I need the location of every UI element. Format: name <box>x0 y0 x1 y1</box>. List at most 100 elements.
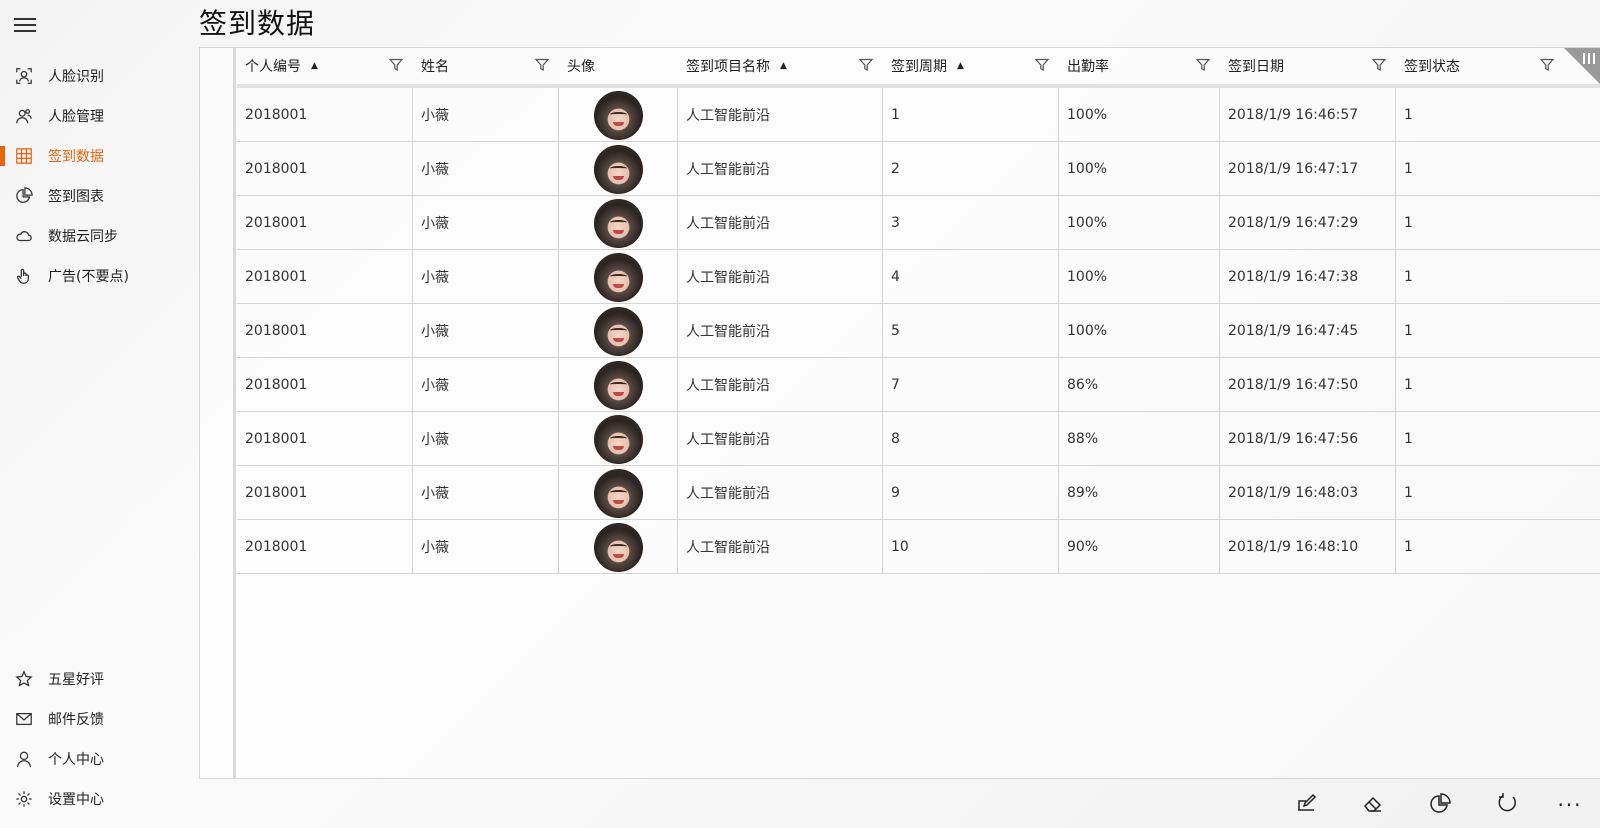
column-header-date[interactable]: 签到日期 <box>1220 48 1396 84</box>
filter-icon[interactable] <box>388 58 404 72</box>
hamburger-menu-icon[interactable] <box>14 16 36 34</box>
table-row[interactable]: 2018001 小薇 人工智能前沿 7 86% 2018/1/9 16:47:50 1 <box>237 358 1600 412</box>
table-cell-avatar <box>559 88 678 142</box>
table-row[interactable]: 2018001 小薇 人工智能前沿 9 89% 2018/1/9 16:48:03 1 <box>237 466 1600 520</box>
table-cell-id: 2018001 <box>237 358 413 412</box>
sidebar-item-label: 人脸识别 <box>48 69 104 85</box>
edit-icon <box>1295 792 1317 818</box>
edit-button[interactable] <box>1272 782 1339 828</box>
table-cell-avatar <box>559 196 678 250</box>
column-header-label: 个人编号 <box>245 59 301 75</box>
table-row[interactable]: 2018001 小薇 人工智能前沿 8 88% 2018/1/9 16:47:56 1 <box>237 412 1600 466</box>
sidebar-item-checkin-chart[interactable]: 签到图表 <box>0 176 198 216</box>
table-cell-name: 小薇 <box>413 466 559 520</box>
sidebar-item-ad[interactable]: 广告(不要点) <box>0 256 198 296</box>
table-row[interactable]: 2018001 小薇 人工智能前沿 5 100% 2018/1/9 16:47:45 1 <box>237 304 1600 358</box>
column-header-label: 姓名 <box>421 59 449 75</box>
sidebar-item-label: 设置中心 <box>48 792 104 808</box>
data-grid: 个人编号 ▲ 姓名 头像 签到项目名称 ▲ 签到周期 ▲ 出勤率 签到日期 签到状态 2018001… <box>199 47 1600 779</box>
table-row[interactable]: 2018001 小薇 人工智能前沿 10 90% 2018/1/9 16:48:10 1 <box>237 520 1600 574</box>
table-cell-project: 人工智能前沿 <box>678 142 883 196</box>
table-cell-avatar <box>559 304 678 358</box>
table-cell-id: 2018001 <box>237 142 413 196</box>
table-cell-date: 2018/1/9 16:48:03 <box>1220 466 1396 520</box>
table-cell-project: 人工智能前沿 <box>678 196 883 250</box>
people-icon <box>14 106 34 126</box>
table-cell-attendance: 90% <box>1059 520 1220 574</box>
sidebar-item-settings[interactable]: 设置中心 <box>0 779 198 819</box>
sidebar-nav: 人脸识别 人脸管理 签到数据 签到图表 数据云同步 广告(不要点) <box>0 56 198 296</box>
chart-button[interactable] <box>1406 782 1473 828</box>
face-scan-icon <box>14 66 34 86</box>
table-row[interactable]: 2018001 小薇 人工智能前沿 1 100% 2018/1/9 16:46:57 1 <box>237 88 1600 142</box>
hand-pointer-icon <box>14 266 34 286</box>
filter-icon[interactable] <box>1539 58 1555 72</box>
column-header-id[interactable]: 个人编号 ▲ <box>237 48 413 84</box>
table-cell-project: 人工智能前沿 <box>678 520 883 574</box>
table-cell-project: 人工智能前沿 <box>678 466 883 520</box>
column-header-name[interactable]: 姓名 <box>413 48 559 84</box>
sidebar: 人脸识别 人脸管理 签到数据 签到图表 数据云同步 广告(不要点) 五星好评 邮… <box>0 0 198 828</box>
table-cell-cycle: 9 <box>883 466 1059 520</box>
table-cell-attendance: 88% <box>1059 412 1220 466</box>
column-header-cycle[interactable]: 签到周期 ▲ <box>883 48 1059 84</box>
sort-asc-icon: ▲ <box>780 61 787 71</box>
column-chooser-icon[interactable] <box>1583 53 1595 65</box>
column-header-project[interactable]: 签到项目名称 ▲ <box>678 48 883 84</box>
sidebar-item-rate[interactable]: 五星好评 <box>0 659 198 699</box>
sidebar-item-face-management[interactable]: 人脸管理 <box>0 96 198 136</box>
table-cell-date: 2018/1/9 16:47:50 <box>1220 358 1396 412</box>
refresh-icon <box>1496 792 1518 818</box>
table-cell-date: 2018/1/9 16:47:29 <box>1220 196 1396 250</box>
sidebar-item-feedback[interactable]: 邮件反馈 <box>0 699 198 739</box>
table-cell-id: 2018001 <box>237 520 413 574</box>
table-cell-name: 小薇 <box>413 520 559 574</box>
column-header-status[interactable]: 签到状态 <box>1396 48 1564 84</box>
sidebar-item-label: 五星好评 <box>48 672 104 688</box>
table-body: 2018001 小薇 人工智能前沿 1 100% 2018/1/9 16:46:57 1 20… <box>237 88 1600 574</box>
column-header-attendance[interactable]: 出勤率 <box>1059 48 1220 84</box>
filter-icon[interactable] <box>1034 58 1050 72</box>
table-cell-status: 1 <box>1404 539 1413 555</box>
table-cell-id: 2018001 <box>237 466 413 520</box>
table-cell-status: 1 <box>1404 269 1413 285</box>
filter-icon[interactable] <box>1371 58 1387 72</box>
table-cell-name: 小薇 <box>413 304 559 358</box>
more-button[interactable]: ··· <box>1540 782 1600 828</box>
avatar <box>593 360 643 410</box>
sidebar-item-profile[interactable]: 个人中心 <box>0 739 198 779</box>
filter-icon[interactable] <box>858 58 874 72</box>
table-cell-name: 小薇 <box>413 358 559 412</box>
table-cell-date: 2018/1/9 16:48:10 <box>1220 520 1396 574</box>
avatar <box>593 198 643 248</box>
table-cell-avatar <box>559 412 678 466</box>
table-cell-date: 2018/1/9 16:47:56 <box>1220 412 1396 466</box>
table-cell-date: 2018/1/9 16:47:38 <box>1220 250 1396 304</box>
table-cell-project: 人工智能前沿 <box>678 412 883 466</box>
table-cell-name: 小薇 <box>413 196 559 250</box>
refresh-button[interactable] <box>1473 782 1540 828</box>
table-row[interactable]: 2018001 小薇 人工智能前沿 2 100% 2018/1/9 16:47:17 1 <box>237 142 1600 196</box>
table-cell-avatar <box>559 466 678 520</box>
filter-icon[interactable] <box>534 58 550 72</box>
cloud-icon <box>14 226 34 246</box>
sidebar-bottom-nav: 五星好评 邮件反馈 个人中心 设置中心 <box>0 659 198 819</box>
avatar <box>593 144 643 194</box>
column-header-avatar[interactable]: 头像 <box>559 48 678 84</box>
sidebar-item-checkin-data[interactable]: 签到数据 <box>0 136 198 176</box>
sidebar-item-cloud-sync[interactable]: 数据云同步 <box>0 216 198 256</box>
avatar <box>593 414 643 464</box>
sidebar-item-face-recognition[interactable]: 人脸识别 <box>0 56 198 96</box>
mail-icon <box>14 709 34 729</box>
table-row[interactable]: 2018001 小薇 人工智能前沿 4 100% 2018/1/9 16:47:38 1 <box>237 250 1600 304</box>
filter-icon[interactable] <box>1195 58 1211 72</box>
table-row[interactable]: 2018001 小薇 人工智能前沿 3 100% 2018/1/9 16:47:29 1 <box>237 196 1600 250</box>
row-header-column <box>200 48 236 778</box>
table-cell-attendance: 100% <box>1059 304 1220 358</box>
sidebar-item-label: 人脸管理 <box>48 109 104 125</box>
table-cell-date: 2018/1/9 16:47:17 <box>1220 142 1396 196</box>
eraser-button[interactable] <box>1339 782 1406 828</box>
table-cell-status: 1 <box>1404 431 1413 447</box>
table-cell-name: 小薇 <box>413 88 559 142</box>
avatar <box>593 468 643 518</box>
